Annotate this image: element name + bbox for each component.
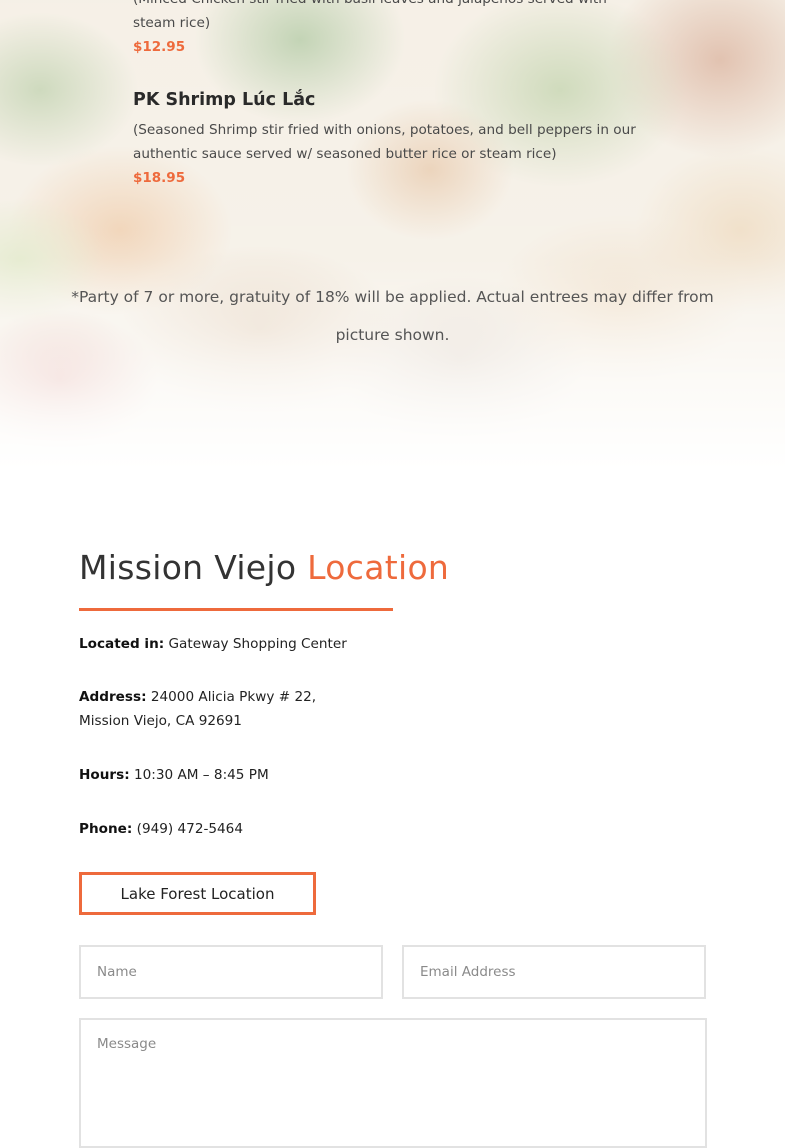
menu-item: (Minced Chicken stir fried with basil le… (133, 0, 653, 59)
name-input[interactable] (79, 945, 383, 999)
hours-label: Hours: (79, 767, 130, 783)
menu-item: PK Shrimp Lúc Lắc (Seasoned Shrimp stir … (133, 88, 653, 190)
phone-line: Phone: (949) 472-5464 (79, 817, 243, 841)
title-underline (79, 608, 393, 611)
address-label: Address: (79, 689, 147, 705)
menu-item-price: $12.95 (133, 39, 186, 55)
email-input[interactable] (402, 945, 706, 999)
address-block: Address: 24000 Alicia Pkwy # 22, Mission… (79, 685, 316, 733)
message-textarea[interactable] (79, 1018, 707, 1148)
address-line-2: Mission Viejo, CA 92691 (79, 713, 242, 729)
hours-value: 10:30 AM – 8:45 PM (133, 767, 269, 783)
location-title-accent: Location (307, 548, 450, 587)
menu-item-description: (Minced Chicken stir fried with basil le… (133, 0, 607, 31)
menu-item-price: $18.95 (133, 170, 186, 186)
gratuity-disclaimer: *Party of 7 or more, gratuity of 18% wil… (71, 287, 714, 344)
menu-item-description: (Seasoned Shrimp stir fried with onions,… (133, 122, 636, 162)
hero-overlay (0, 0, 785, 470)
located-in-value: Gateway Shopping Center (168, 636, 347, 652)
location-title: Mission Viejo Location (79, 548, 449, 587)
lake-forest-location-button[interactable]: Lake Forest Location (79, 872, 316, 915)
location-title-main: Mission Viejo (79, 548, 297, 587)
phone-value[interactable]: (949) 472-5464 (137, 821, 243, 837)
hours-line: Hours: 10:30 AM – 8:45 PM (79, 763, 269, 787)
menu-item-name: PK Shrimp Lúc Lắc (133, 90, 316, 110)
phone-label: Phone: (79, 821, 133, 837)
located-in-line: Located in: Gateway Shopping Center (79, 632, 347, 656)
menu-hero-background: (Minced Chicken stir fried with basil le… (0, 0, 785, 470)
located-in-label: Located in: (79, 636, 165, 652)
address-line-1: 24000 Alicia Pkwy # 22, (150, 689, 317, 705)
